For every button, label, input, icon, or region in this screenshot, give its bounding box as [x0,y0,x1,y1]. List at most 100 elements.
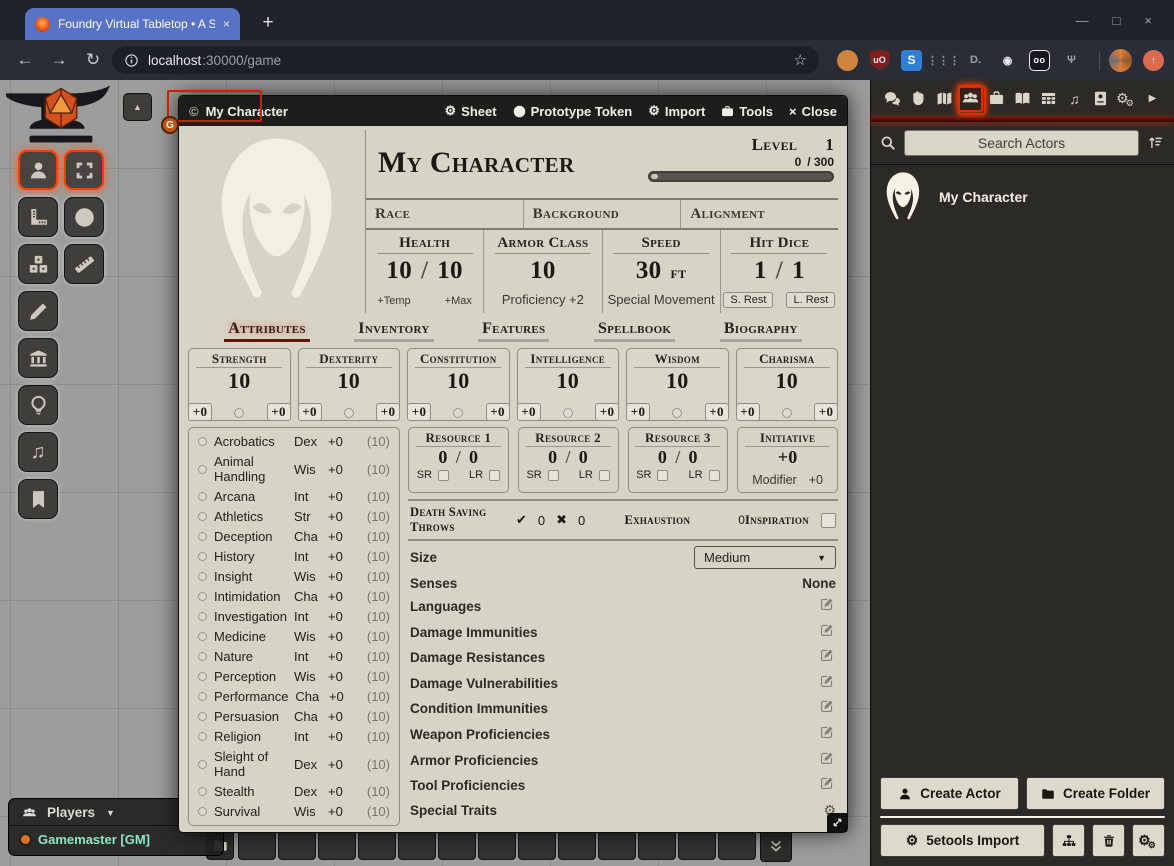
sheet-tab[interactable]: Features [478,320,549,342]
prototype-token-button[interactable]: Prototype Token [513,104,633,119]
window-header[interactable]: © My Character ⚙ Sheet Prototype Token [179,96,847,126]
macro-slot[interactable] [438,830,476,860]
ability-check-mod[interactable]: +0 [267,403,291,421]
macro-slot[interactable] [278,830,316,860]
update-chrome-icon[interactable]: ↑ [1143,50,1164,71]
sidebar-tab-compendium[interactable] [1088,85,1113,112]
ability-save-mod[interactable]: +0 [736,403,760,421]
fork-extension-icon[interactable]: Ψ [1061,50,1082,71]
ability-check-mod[interactable]: +0 [595,403,619,421]
ability-block[interactable]: Intelligence 10 +0 +0 [517,348,620,421]
long-rest-checkbox[interactable] [489,470,500,481]
skill-row[interactable]: Stealth Dex +0 (10) [198,784,390,799]
edit-icon[interactable] [820,776,836,795]
sheet-tab[interactable]: Biography [720,320,802,342]
eye-extension-icon[interactable]: ◉ [997,50,1018,71]
short-rest-button[interactable]: S. Rest [723,292,773,308]
lighting-tool[interactable] [18,385,58,425]
speed-value[interactable]: 30 [636,257,662,285]
macro-slot[interactable] [558,830,596,860]
back-button[interactable]: ← [10,50,40,70]
macro-slot[interactable] [398,830,436,860]
xp-value[interactable]: 0 [795,155,802,169]
skill-row[interactable]: Nature Int +0 (10) [198,649,390,664]
skill-proficiency-radio[interactable] [198,532,207,541]
skill-row[interactable]: Intimidation Cha +0 (10) [198,589,390,604]
skill-proficiency-radio[interactable] [198,612,207,621]
character-portrait[interactable] [188,130,366,313]
skill-proficiency-radio[interactable] [198,572,207,581]
character-name-field[interactable]: My Character [378,132,648,198]
tiles-tool[interactable] [18,338,58,378]
macro-slot[interactable] [518,830,556,860]
ability-save-mod[interactable]: +0 [626,403,650,421]
sidebar-collapse[interactable]: ▶ [1140,85,1165,112]
skill-row[interactable]: Deception Cha +0 (10) [198,529,390,544]
skill-proficiency-radio[interactable] [198,787,207,796]
skill-row[interactable]: Persuasion Cha +0 (10) [198,709,390,724]
edit-icon[interactable] [820,623,836,642]
sidebar-tab-journal[interactable] [1010,85,1035,112]
ability-save-mod[interactable]: +0 [298,403,322,421]
ability-proficiency-radio[interactable] [344,408,354,418]
forward-button[interactable]: → [44,50,74,70]
ability-block[interactable]: Strength 10 +0 +0 [188,348,291,421]
actor-entry[interactable]: My Character [880,170,1165,224]
ublock-extension-icon[interactable]: uO [869,50,890,71]
skill-proficiency-radio[interactable] [198,652,207,661]
ability-block[interactable]: Wisdom 10 +0 +0 [626,348,729,421]
speed-stat[interactable]: Speed 30ft Special Movement [602,230,720,313]
folder-tree-button[interactable] [1052,824,1085,857]
site-info-icon[interactable] [124,53,139,68]
ac-value[interactable]: 10 [530,257,556,285]
short-rest-checkbox[interactable] [548,470,559,481]
detail-field[interactable]: Alignment [680,200,838,228]
skill-proficiency-radio[interactable] [198,807,207,816]
create-folder-button[interactable]: Create Folder [1026,777,1165,810]
skill-row[interactable]: History Int +0 (10) [198,549,390,564]
sounds-tool[interactable]: ♫ [18,432,58,472]
skill-proficiency-radio[interactable] [198,692,207,701]
skill-row[interactable]: Arcana Int +0 (10) [198,489,390,504]
ability-block[interactable]: Dexterity 10 +0 +0 [298,348,401,421]
initiative-value[interactable]: +0 [778,447,798,468]
skill-row[interactable]: Perception Wis +0 (10) [198,669,390,684]
ability-save-mod[interactable]: +0 [188,403,212,421]
hit-dice-stat[interactable]: Hit Dice 1/1 S. Rest L. Rest [720,230,838,313]
ability-proficiency-radio[interactable] [453,408,463,418]
sheet-tab[interactable]: Spellbook [594,320,675,342]
sidebar-tab-chat[interactable] [880,85,905,112]
measure-tool[interactable] [18,197,58,237]
avatar-profile-icon[interactable] [1109,49,1132,72]
skill-proficiency-radio[interactable] [198,760,207,769]
sheet-config-button[interactable]: ⚙ Sheet [445,103,497,119]
skill-row[interactable]: Performance Cha +0 (10) [198,689,390,704]
long-rest-checkbox[interactable] [709,470,720,481]
skill-proficiency-radio[interactable] [198,492,207,501]
address-bar[interactable]: localhost :30000/game ☆ [112,46,819,74]
dice-tool[interactable] [18,244,58,284]
skill-row[interactable]: Insight Wis +0 (10) [198,569,390,584]
skill-row[interactable]: Survival Wis +0 (10) [198,804,390,819]
tools-button[interactable]: Tools [721,104,773,119]
new-tab-button[interactable]: + [254,9,282,37]
macro-slot[interactable] [718,830,756,860]
macro-slot[interactable] [678,830,716,860]
notes-tool[interactable] [18,479,58,519]
macro-slot[interactable] [478,830,516,860]
size-select[interactable]: Medium▼ [694,546,836,569]
collapse-nav-button[interactable]: ▲ [123,93,152,121]
ability-proficiency-radio[interactable] [234,408,244,418]
sheet-tab[interactable]: Inventory [354,320,433,342]
initiative-block[interactable]: Initiative +0 Modifier+0 [737,427,838,493]
macro-slot[interactable] [318,830,356,860]
edit-icon[interactable] [820,751,836,770]
skill-row[interactable]: Animal Handling Wis +0 (10) [198,454,390,484]
exhaustion-value[interactable]: 0 [738,513,745,527]
sidebar-tab-combat[interactable] [906,85,931,112]
armor-class-stat[interactable]: Armor Class 10 Proficiency +2 [483,230,601,313]
inspiration-checkbox[interactable] [821,513,836,528]
bookmark-star-icon[interactable]: ☆ [794,51,807,69]
s-extension-icon[interactable]: S [901,50,922,71]
grid-extension-icon[interactable]: ⋮⋮⋮ [933,50,954,71]
